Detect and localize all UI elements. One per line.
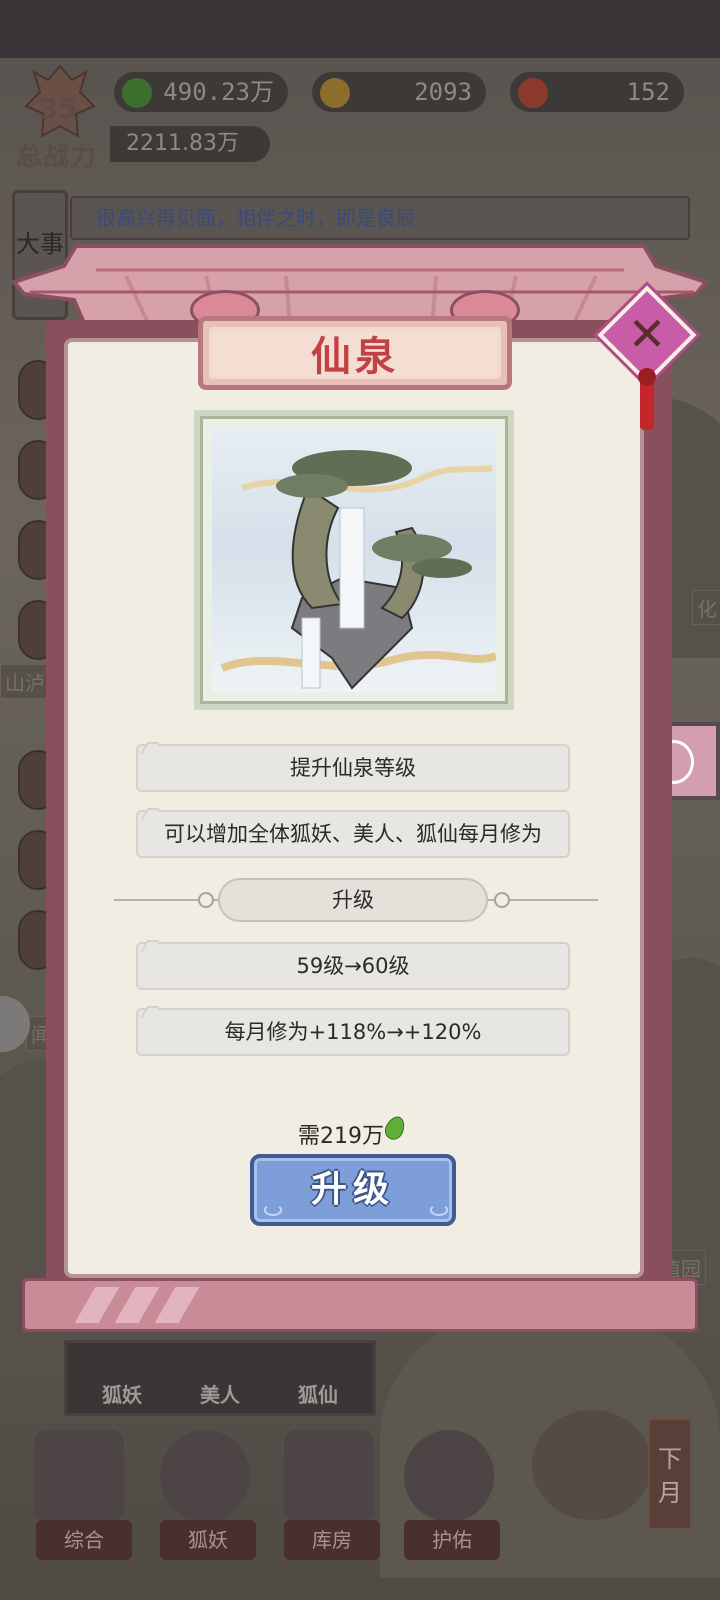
close-icon[interactable]: ✕ [624,308,670,360]
gold-currency[interactable]: 2093 [310,70,488,114]
effect-description: 可以增加全体狐妖、美人、狐仙每月修为 [136,810,570,858]
bonus-change: 每月修为+118%→+120% [136,1008,570,1056]
character-tabs: 狐妖 美人 狐仙 [64,1340,376,1416]
jade-icon [122,78,152,108]
nav-fox-demon[interactable]: 狐妖 [160,1520,256,1560]
storehouse-icon [284,1430,374,1522]
nav-blessing[interactable]: 护佑 [404,1520,500,1560]
divider-ornament-icon [198,892,214,908]
player-level: 35 [38,92,78,125]
tab-fox-demon[interactable]: 狐妖 [77,1379,167,1408]
tassel-knot [638,368,656,386]
gold-icon [320,78,350,108]
fruit-currency[interactable]: 152 [508,70,686,114]
gate-icon [34,1430,124,1522]
upgrade-button[interactable]: 升级 [250,1154,456,1226]
total-power-label: 总战力 [16,142,98,172]
upgrade-description: 提升仙泉等级 [136,744,570,792]
divider-ornament-icon [494,892,510,908]
tab-fox-immortal[interactable]: 狐仙 [273,1379,363,1408]
game-screen: 35 2211.83万 总战力 490.23万 2093 152 很高兴再见面，… [0,0,720,1600]
title-plate: 仙泉 [198,316,512,390]
fox-mask-icon [160,1430,250,1522]
status-bar [0,0,720,58]
floating-island-icon [220,450,496,690]
fruit-icon [518,78,548,108]
next-month-label: 下月 [658,1445,682,1507]
calendar-icon[interactable] [532,1410,652,1520]
nav-storehouse[interactable]: 库房 [284,1520,380,1560]
lotus-icon [404,1430,494,1522]
next-month-button[interactable]: 下月 [648,1418,692,1530]
tab-beauty[interactable]: 美人 [175,1379,265,1408]
fairy-spring-artwork [194,410,514,710]
dialog-title: 仙泉 [311,334,399,380]
upgrade-section-title: 升级 [218,878,488,922]
jade-currency[interactable]: 490.23万 [112,70,290,114]
base-rail [22,1278,698,1332]
level-change: 59级→60级 [136,942,570,990]
jade-amount: 490.23万 [163,78,274,106]
total-power-value: 2211.83万 [110,126,270,162]
upgrade-button-label: 升级 [310,1169,395,1210]
upgrade-dialog: 仙泉 ✕ 提升仙泉等级 可以增加全体狐妖、美人、狐仙每月修为 升级 59级→60… [0,230,720,1340]
gold-amount: 2093 [414,78,472,106]
fruit-amount: 152 [626,78,670,106]
nav-general[interactable]: 综合 [36,1520,132,1560]
